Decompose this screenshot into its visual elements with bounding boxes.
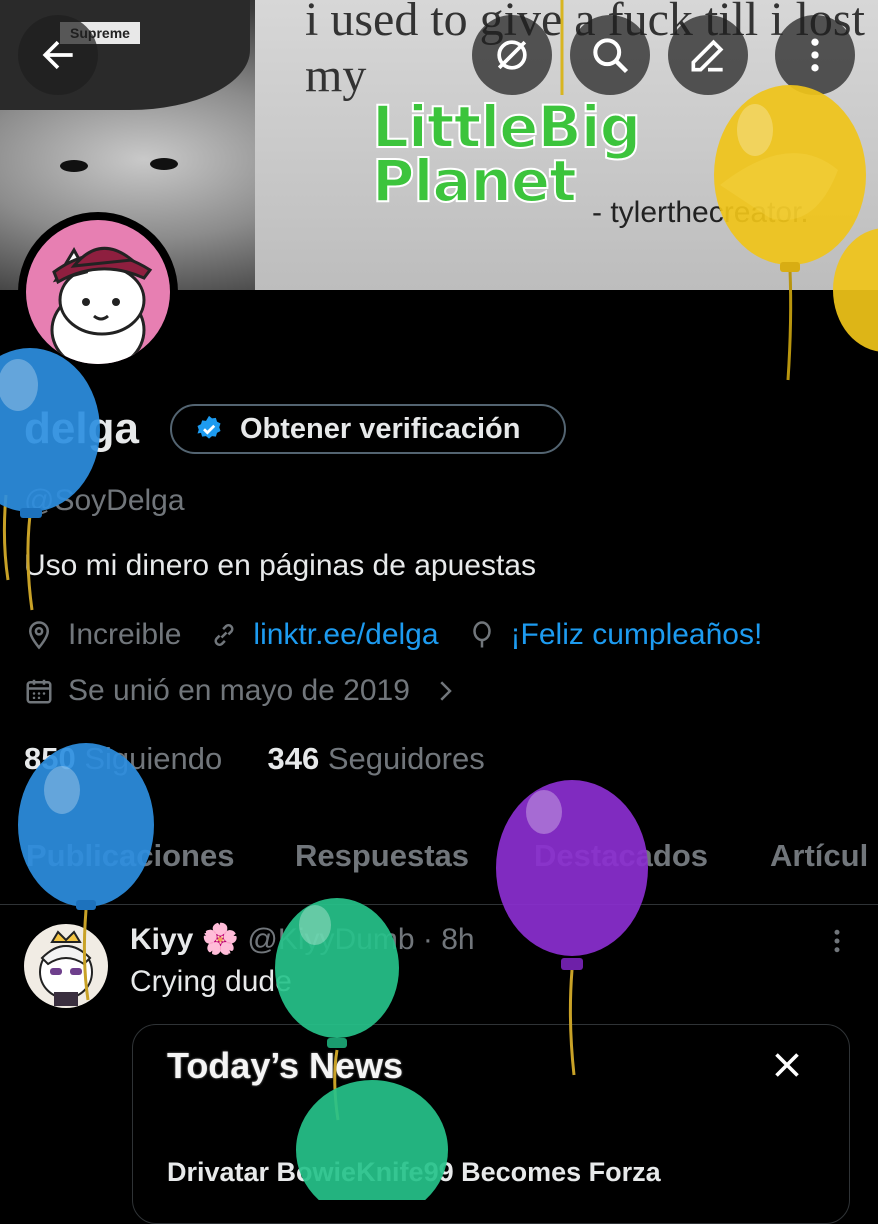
profile-joined-row[interactable]: Se unió en mayo de 2019 <box>24 674 474 708</box>
card-headline: Drivatar BowieKnife99 Becomes Forza <box>167 1157 661 1187</box>
tab-highlights[interactable]: Destacados <box>534 838 708 874</box>
search-icon <box>593 38 629 74</box>
tweet-text: Crying dude <box>130 965 292 998</box>
following-count: 850 <box>24 741 76 776</box>
more-vertical-icon <box>811 38 819 72</box>
profile-tabs: Publicaciones Respuestas Destacados Artí… <box>0 820 878 905</box>
tab-articles[interactable]: Artícul <box>770 838 868 874</box>
tweet-header: Kiyy 🌸 @KiyyDumb · 8h <box>130 922 475 957</box>
profile-link[interactable]: linktr.ee/delga <box>253 618 438 652</box>
search-button[interactable] <box>570 15 650 95</box>
edit-button[interactable] <box>668 15 748 95</box>
more-button[interactable] <box>775 15 855 95</box>
avatar-cat-image <box>26 220 170 364</box>
profile-joined: Se unió en mayo de 2019 <box>68 674 410 707</box>
followers-link[interactable]: 346 Seguidores <box>268 741 485 776</box>
tweet-avatar[interactable] <box>24 924 108 1008</box>
link-icon <box>214 624 234 646</box>
card-title: Today’s News <box>167 1045 404 1086</box>
profile-birthday[interactable]: ¡Feliz cumpleaños! <box>511 618 763 652</box>
edit-icon <box>691 39 724 72</box>
tweet-time: · 8h <box>422 923 475 956</box>
tab-posts[interactable]: Publicaciones <box>26 838 234 874</box>
back-button[interactable] <box>18 15 98 95</box>
profile-handle: @SoyDelga <box>24 484 185 517</box>
banner-eye-right <box>150 158 178 170</box>
get-verified-label: Obtener verificación <box>240 412 521 445</box>
banner-eye-left <box>60 160 88 172</box>
tweet-author-handle[interactable]: @KiyyDumb <box>247 923 414 956</box>
banner-game-logo: LittleBig Planet <box>371 93 792 211</box>
follow-counts: 850 Siguiendo 346 Seguidores <box>24 741 485 777</box>
profile-location: Increible <box>68 618 182 651</box>
grok-button[interactable] <box>472 15 552 95</box>
grok-icon <box>497 40 527 70</box>
followers-count: 346 <box>267 741 320 776</box>
tweet-media-card[interactable]: Today’s News Drivatar BowieKnife99 Becom… <box>132 1024 850 1224</box>
get-verified-button[interactable]: Obtener verificación <box>170 404 566 454</box>
banner-credit: - tylerthecreator. <box>592 196 809 229</box>
game-logo-line1: LittleBig <box>371 93 642 161</box>
tweet-author-name[interactable]: Kiyy <box>130 923 193 956</box>
followers-label: Seguidores <box>327 741 485 776</box>
profile-meta-row: Increible linktr.ee/delga ¡Feliz cumplea… <box>24 618 762 652</box>
location-icon <box>28 621 50 650</box>
profile-avatar[interactable] <box>18 212 178 372</box>
verified-badge-icon <box>197 415 221 439</box>
profile-name: delga <box>24 404 139 453</box>
tab-replies[interactable]: Respuestas <box>295 838 469 874</box>
profile-bio: Uso mi dinero en páginas de apuestas <box>24 549 536 582</box>
flower-emoji: 🌸 <box>201 923 240 956</box>
following-link[interactable]: 850 Siguiendo <box>24 741 222 776</box>
chevron-right-icon <box>440 681 452 701</box>
balloon-icon <box>472 621 491 648</box>
calendar-icon <box>26 679 52 704</box>
following-label: Siguiendo <box>84 741 223 776</box>
tweet-more-icon[interactable] <box>822 926 852 956</box>
close-icon[interactable] <box>769 1047 805 1083</box>
back-arrow-icon <box>42 40 73 70</box>
